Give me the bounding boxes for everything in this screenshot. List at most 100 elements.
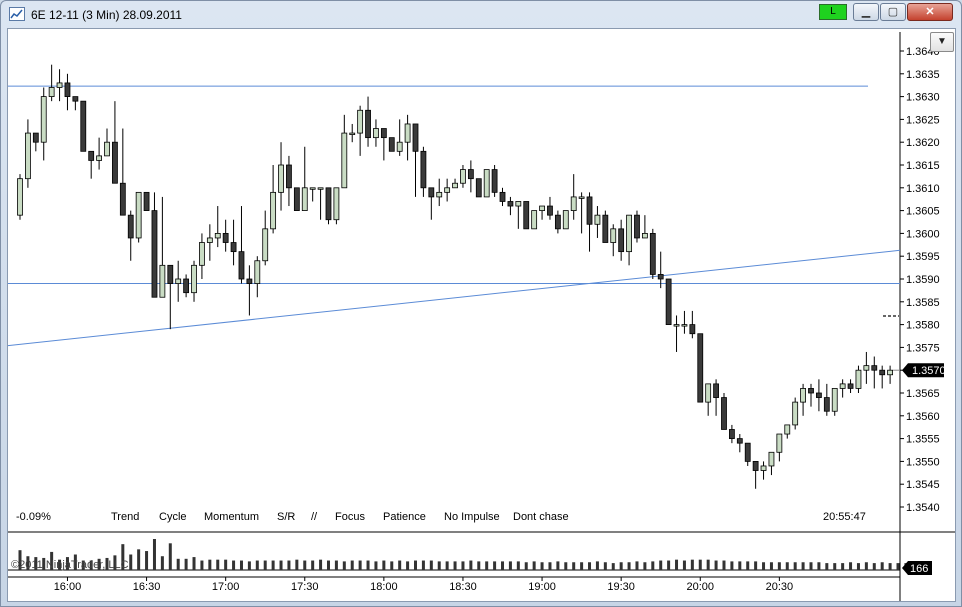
volume-bar xyxy=(469,560,473,570)
candle xyxy=(665,278,672,325)
volume-bar xyxy=(342,561,346,570)
candle-body xyxy=(523,201,530,230)
candle-body xyxy=(135,191,142,239)
volume-bar xyxy=(366,560,370,570)
candle-body xyxy=(681,324,688,327)
candle xyxy=(515,201,522,229)
candle xyxy=(491,165,498,197)
candle xyxy=(855,365,862,393)
volume-bar xyxy=(532,561,536,570)
candle-body xyxy=(349,132,356,135)
candle xyxy=(784,424,791,439)
candle-body xyxy=(800,388,806,403)
cycle-button[interactable]: Cycle xyxy=(159,511,187,523)
volume-bar xyxy=(698,559,702,570)
y-tick-label: 1.3565 xyxy=(906,388,940,400)
volume-bar xyxy=(200,560,204,570)
y-tick-label: 1.3600 xyxy=(906,228,940,240)
candle xyxy=(610,224,617,257)
momentum-button[interactable]: Momentum xyxy=(204,511,259,523)
candle xyxy=(831,388,838,416)
candle xyxy=(380,128,387,161)
volume-bar xyxy=(192,557,196,570)
candle-body xyxy=(333,187,340,221)
volume-bar xyxy=(184,558,188,570)
candle xyxy=(388,137,395,152)
volume-bar xyxy=(880,562,884,570)
candle-body xyxy=(293,187,300,212)
candle xyxy=(159,196,166,298)
volume-bar xyxy=(208,559,212,570)
candle-body xyxy=(879,369,886,376)
candle-body xyxy=(784,424,791,435)
candle-body xyxy=(539,205,545,211)
candle-body xyxy=(127,214,134,239)
candle-body xyxy=(689,324,696,335)
candle xyxy=(373,119,379,147)
volume-bar xyxy=(564,562,568,570)
candle-body xyxy=(444,187,451,193)
trend-line xyxy=(7,249,901,347)
volume-bar xyxy=(295,559,299,570)
candle-body xyxy=(396,141,403,152)
candle-body xyxy=(721,397,727,430)
candle xyxy=(143,191,150,212)
patience-button[interactable]: Patience xyxy=(383,511,426,523)
candle xyxy=(96,137,102,170)
y-tick-label: 1.3540 xyxy=(906,502,940,514)
candle xyxy=(199,233,205,279)
candle-body xyxy=(32,132,39,143)
candle-body xyxy=(262,228,269,262)
volume-bar xyxy=(548,562,552,570)
volume-bar xyxy=(453,561,457,570)
candle-body xyxy=(428,187,435,198)
candle-body xyxy=(531,210,538,230)
candle xyxy=(808,383,814,407)
candle-body xyxy=(515,201,522,207)
dont-chase-button[interactable]: Dont chase xyxy=(513,511,569,523)
candle-body xyxy=(412,123,419,152)
y-tick-label: 1.3580 xyxy=(906,320,940,332)
candle xyxy=(460,165,466,188)
candle xyxy=(871,356,878,389)
candle-body xyxy=(705,383,712,403)
volume-bar xyxy=(682,560,686,570)
x-tick-label: 19:30 xyxy=(607,581,635,593)
volume-bar xyxy=(137,549,141,570)
y-tick-label: 1.3625 xyxy=(906,114,940,126)
parallel-lines-button[interactable]: // xyxy=(311,511,317,523)
candle-body xyxy=(88,150,95,161)
sr-button[interactable]: S/R xyxy=(277,511,295,523)
y-tick-label: 1.3545 xyxy=(906,479,940,491)
candle-body xyxy=(792,401,799,426)
volume-bar xyxy=(651,561,655,570)
y-tick-label: 1.3550 xyxy=(906,456,940,468)
candle-body xyxy=(760,465,767,471)
candle-body xyxy=(768,451,775,467)
candle xyxy=(222,219,229,252)
candle-body xyxy=(151,210,158,298)
volume-bar xyxy=(769,562,773,570)
no-impulse-button[interactable]: No Impulse xyxy=(444,511,500,523)
volume-bar xyxy=(429,560,433,570)
focus-button[interactable]: Focus xyxy=(335,511,365,523)
candle-body xyxy=(64,82,71,97)
candle xyxy=(104,128,110,157)
candle xyxy=(800,383,806,416)
candle xyxy=(293,187,300,212)
volume-bar xyxy=(437,561,441,570)
volume-bar xyxy=(263,560,267,570)
candle-body xyxy=(254,260,261,284)
chart-menu-dropdown-button[interactable]: ▼ xyxy=(930,32,954,52)
volume-bar xyxy=(825,563,829,570)
candle xyxy=(270,165,277,234)
trend-button[interactable]: Trend xyxy=(111,511,139,523)
volume-bar xyxy=(374,561,378,570)
candle-body xyxy=(56,82,63,88)
candle-body xyxy=(270,191,277,230)
volume-bar xyxy=(390,561,394,570)
y-tick-label: 1.3605 xyxy=(906,206,940,218)
candle-body xyxy=(460,169,466,184)
volume-bar xyxy=(635,561,639,570)
candle-body xyxy=(562,210,569,230)
